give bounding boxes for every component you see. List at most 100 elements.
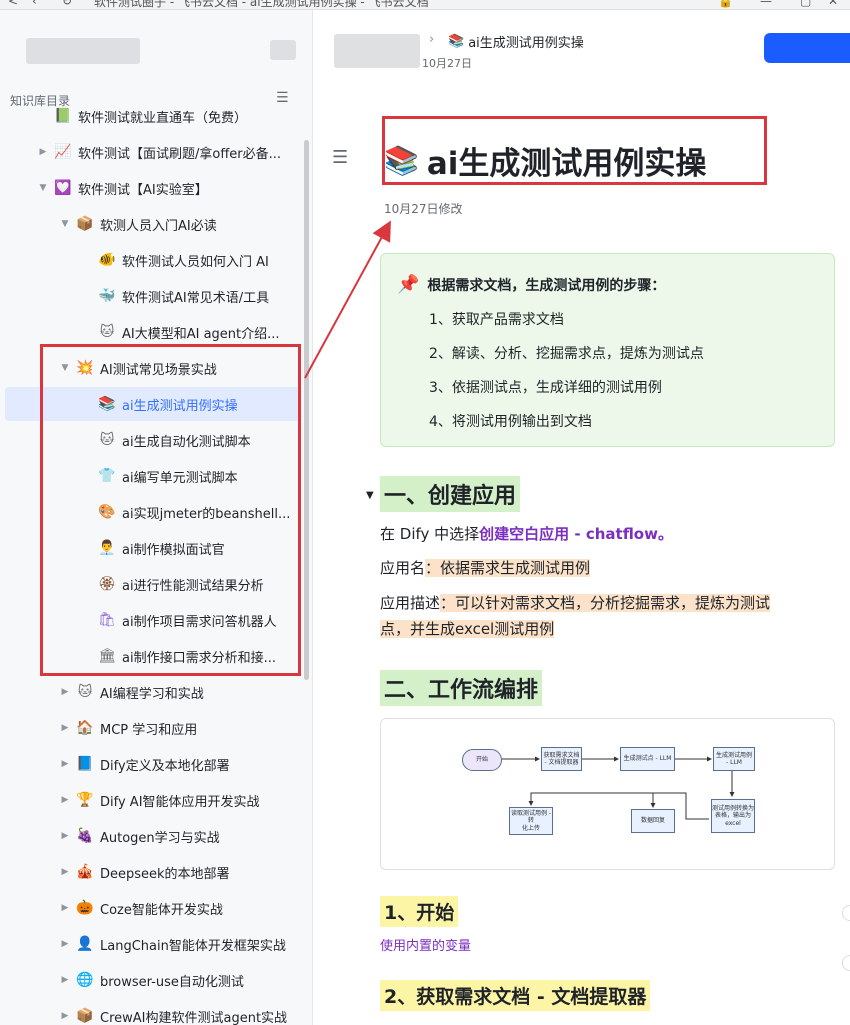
doc-emoji-icon: 🏠: [76, 720, 94, 736]
expand-down-icon[interactable]: ▼: [36, 183, 50, 193]
paragraph[interactable]: 在 Dify 中选择创建空白应用 - chatflow。: [380, 523, 673, 544]
callout-heading: 📌 根据需求文档，生成测试用例的步骤：: [397, 274, 665, 295]
expand-right-icon[interactable]: ▶: [58, 975, 72, 985]
sidebar-item[interactable]: ▶ 🏠 MCP 学习和应用: [58, 711, 300, 745]
sidebar-item-label: Autogen学习与实战: [100, 830, 220, 846]
annotation-box-sidebar: [40, 344, 301, 676]
collapse-heading-icon[interactable]: ▼: [366, 490, 374, 501]
workflow-node[interactable]: 生成测试点 - LLM: [620, 747, 675, 771]
expand-right-icon[interactable]: ▶: [58, 903, 72, 913]
expand-right-icon[interactable]: ▶: [58, 867, 72, 877]
sidebar-item-label: Deepseek的本地部署: [100, 866, 230, 882]
sidebar-item-label: Dify AI智能体应用开发实战: [100, 794, 260, 810]
refresh-icon[interactable]: ↻: [62, 0, 72, 8]
lock-icon: 🔒: [718, 0, 733, 8]
subsection-heading[interactable]: 2、获取需求文档 - 文档提取器: [380, 980, 651, 1011]
sidebar-item[interactable]: ▶ 🐱 AI编程学习和实战: [58, 675, 300, 709]
sidebar-item-label: AI大模型和AI agent介绍...: [122, 326, 280, 342]
breadcrumb[interactable]: 📚 ai生成测试用例实操: [448, 32, 584, 51]
expand-right-icon[interactable]: ▶: [36, 147, 50, 157]
space-name-blurred[interactable]: [26, 38, 140, 64]
pushpin-icon: 📌: [397, 274, 420, 295]
sidebar-item[interactable]: ▶ 🌐 browser-use自动化测试: [58, 963, 300, 997]
expand-right-icon[interactable]: ▶: [58, 723, 72, 733]
sidebar-item[interactable]: ▼ 📦 软测人员入门AI必读: [58, 207, 300, 241]
doc-emoji-icon: 🐱: [77, 684, 93, 700]
workflow-node[interactable]: 读取测试用例 - 转 化上传: [509, 807, 553, 835]
book-stack-icon: 📚: [448, 34, 465, 49]
paragraph-highlight: ：依据需求生成测试用例: [425, 559, 591, 577]
outline-icon[interactable]: ☰: [332, 147, 348, 168]
expand-right-icon[interactable]: ▶: [58, 1011, 72, 1021]
sidebar-item[interactable]: 📗 软件测试就业直通车（免费）: [36, 99, 300, 133]
sidebar-item[interactable]: ▶ 📈 软件测试【面试刷题/拿offer必备...: [36, 135, 300, 169]
workflow-node[interactable]: 测试用例转换为 表格，输出为excel: [711, 799, 755, 833]
expand-right-icon[interactable]: ▶: [58, 795, 72, 805]
sidebar-scrollbar[interactable]: [304, 140, 309, 680]
modified-date: 10月27日修改: [384, 202, 463, 216]
expand-right-icon[interactable]: ▶: [58, 939, 72, 949]
sidebar-item-label: 软测人员入门AI必读: [100, 218, 217, 234]
callout-step: 3、依据测试点，生成详细的测试用例: [429, 380, 662, 396]
sidebar-item-label: LangChain智能体开发框架实战: [100, 938, 286, 954]
sidebar-item[interactable]: ▶ 🎪 Deepseek的本地部署: [58, 855, 300, 889]
sidebar-item[interactable]: 🐠 软件测试人员如何入门 AI: [80, 243, 300, 277]
subsection-heading[interactable]: 1、开始: [380, 896, 459, 927]
breadcrumb-chevron-icon: ›: [429, 32, 435, 47]
paragraph[interactable]: 点，并生成excel测试用例: [380, 618, 555, 639]
workflow-node[interactable]: 生成测试用例 - LLM: [713, 747, 755, 771]
expand-down-icon[interactable]: ▼: [58, 219, 72, 229]
expand-right-icon[interactable]: ▶: [58, 687, 72, 697]
paragraph-text: 应用描述: [380, 594, 441, 612]
share-button[interactable]: [764, 33, 850, 63]
back-icon[interactable]: <: [8, 0, 18, 8]
workflow-node[interactable]: 数据回复: [631, 809, 675, 833]
workflow-diagram[interactable]: 开始 获取需求文档 - 文档提取器 生成测试点 - LLM 生成测试用例 - L…: [380, 718, 835, 870]
sidebar-item-label: CrewAI构建软件测试agent实战: [100, 1010, 288, 1025]
doc-emoji-icon: 📘: [76, 756, 94, 772]
doc-emoji-icon: 📦: [76, 1008, 94, 1024]
sidebar-item[interactable]: ▶ 🍇 Autogen学习与实战: [58, 819, 300, 853]
doc-emoji-icon: 📗: [54, 108, 72, 124]
sidebar-item[interactable]: ▶ 🎃 Coze智能体开发实战: [58, 891, 300, 925]
workflow-node[interactable]: 获取需求文档 - 文档提取器: [541, 747, 582, 771]
sidebar-item-label: 软件测试【AI实验室】: [78, 182, 208, 198]
sidebar-item[interactable]: ▶ 👤 LangChain智能体开发框架实战: [58, 927, 300, 961]
float-button[interactable]: [842, 905, 850, 921]
browser-tab-title[interactable]: 软件测试圈子 - 飞书云文档 - ai生成测试用例实操 - 飞书云文档: [94, 0, 429, 9]
breadcrumb-current[interactable]: ai生成测试用例实操: [468, 32, 584, 51]
doc-emoji-icon: 🐱: [99, 324, 115, 340]
maximize-icon[interactable]: ▢: [800, 0, 811, 8]
expand-right-icon[interactable]: ▶: [58, 831, 72, 841]
sidebar-item[interactable]: ▶ 🏆 Dify AI智能体应用开发实战: [58, 783, 300, 817]
paragraph-highlight: 点，并生成excel测试用例: [380, 620, 555, 638]
close-window-icon[interactable]: ✕: [828, 0, 838, 8]
minimize-icon[interactable]: —: [760, 0, 772, 8]
sidebar-item-label: 软件测试就业直通车（免费）: [78, 110, 248, 126]
expand-right-icon[interactable]: ▶: [58, 759, 72, 769]
paragraph[interactable]: 应用描述：可以针对需求文档，分析挖掘需求，提炼为测试: [380, 592, 771, 613]
doc-emoji-icon: 💟: [54, 180, 72, 196]
doc-emoji-icon: 👤: [76, 936, 94, 952]
sidebar-item[interactable]: ▶ 📘 Dify定义及本地化部署: [58, 747, 300, 781]
space-action-blurred[interactable]: [270, 40, 296, 60]
float-button[interactable]: [842, 955, 850, 971]
sidebar-item[interactable]: ▶ 📦 CrewAI构建软件测试agent实战: [58, 999, 300, 1025]
section-heading[interactable]: 二、工作流编排: [380, 670, 543, 706]
steps-callout[interactable]: 📌 根据需求文档，生成测试用例的步骤： 1、获取产品需求文档 2、解读、分析、挖…: [380, 253, 835, 447]
nav-back-icon[interactable]: ‹: [32, 0, 37, 8]
sidebar-item-label: Dify定义及本地化部署: [100, 758, 230, 774]
workflow-node-start[interactable]: 开始: [462, 749, 502, 771]
doc-emoji-icon: 🍇: [76, 828, 94, 844]
paragraph-highlight: ：可以针对需求文档，分析挖掘需求，提炼为测试: [440, 594, 771, 612]
section-heading[interactable]: 一、创建应用: [380, 476, 521, 512]
workflow-connectors: [502, 756, 735, 820]
sidebar-item[interactable]: ▼ 💟 软件测试【AI实验室】: [36, 171, 300, 205]
variable-link[interactable]: 使用内置的变量: [380, 935, 471, 954]
paragraph[interactable]: 应用名：依据需求生成测试用例: [380, 557, 591, 578]
breadcrumb-parent-blurred[interactable]: [334, 34, 420, 68]
doc-emoji-icon: 🌐: [76, 972, 94, 988]
callout-step: 4、将测试用例输出到文档: [429, 414, 592, 430]
sidebar-item[interactable]: 🐳 软件测试AI常见术语/工具: [80, 279, 300, 313]
callout-step: 1、获取产品需求文档: [429, 312, 564, 328]
